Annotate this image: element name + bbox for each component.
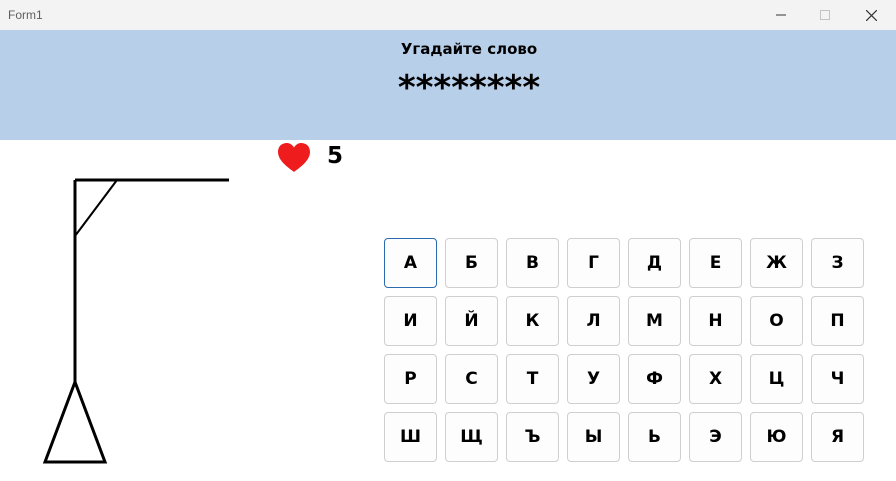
minimize-button[interactable] (758, 0, 804, 30)
guess-prompt: Угадайте слово (400, 40, 538, 58)
letter-button[interactable]: Л (567, 296, 620, 346)
letter-button[interactable]: Ъ (506, 412, 559, 462)
letter-button[interactable]: Ы (567, 412, 620, 462)
letter-button[interactable]: О (750, 296, 803, 346)
window-title: Form1 (8, 8, 43, 22)
letter-button[interactable]: М (628, 296, 681, 346)
letter-button[interactable]: Й (445, 296, 498, 346)
letter-button[interactable]: Б (445, 238, 498, 288)
title-bar: Form1 (0, 0, 896, 30)
maximize-button[interactable] (802, 0, 848, 30)
letter-button[interactable]: У (567, 354, 620, 404)
letter-button[interactable]: Э (689, 412, 742, 462)
letter-button[interactable]: Д (628, 238, 681, 288)
letter-button[interactable]: Г (567, 238, 620, 288)
letter-button[interactable]: Ш (384, 412, 437, 462)
letter-button[interactable]: Ф (628, 354, 681, 404)
gallows-base (42, 377, 108, 464)
letter-button[interactable]: З (811, 238, 864, 288)
letter-button[interactable]: Ж (750, 238, 803, 288)
heart-icon (278, 143, 310, 172)
close-icon (865, 9, 877, 21)
letter-button[interactable]: Р (384, 354, 437, 404)
letter-button[interactable]: В (506, 238, 559, 288)
lives-count: 5 (327, 143, 344, 169)
letter-button[interactable]: И (384, 296, 437, 346)
letter-button[interactable]: А (384, 238, 437, 288)
gallows-brace (74, 179, 118, 237)
close-button[interactable] (848, 0, 894, 30)
letter-button[interactable]: П (811, 296, 864, 346)
maximize-icon (820, 10, 830, 20)
letter-button[interactable]: Ц (750, 354, 803, 404)
letter-keyboard: АБВГДЕЖЗ ИЙКЛМНОП РСТУФХЦЧ ШЩЪЫЬЭЮЯ (384, 238, 864, 462)
masked-word: ******** (397, 68, 541, 108)
word-panel: Угадайте слово ******** (0, 30, 896, 140)
letter-button[interactable]: Н (689, 296, 742, 346)
letter-button[interactable]: Ь (628, 412, 681, 462)
letter-button[interactable]: Т (506, 354, 559, 404)
letter-button[interactable]: Ч (811, 354, 864, 404)
letter-button[interactable]: С (445, 354, 498, 404)
letter-button[interactable]: Щ (445, 412, 498, 462)
letter-button[interactable]: Е (689, 238, 742, 288)
letter-button[interactable]: Я (811, 412, 864, 462)
letter-button[interactable]: Х (689, 354, 742, 404)
gallows-drawing (42, 178, 229, 464)
minimize-icon (776, 14, 786, 16)
letter-button[interactable]: Ю (750, 412, 803, 462)
letter-button[interactable]: К (506, 296, 559, 346)
